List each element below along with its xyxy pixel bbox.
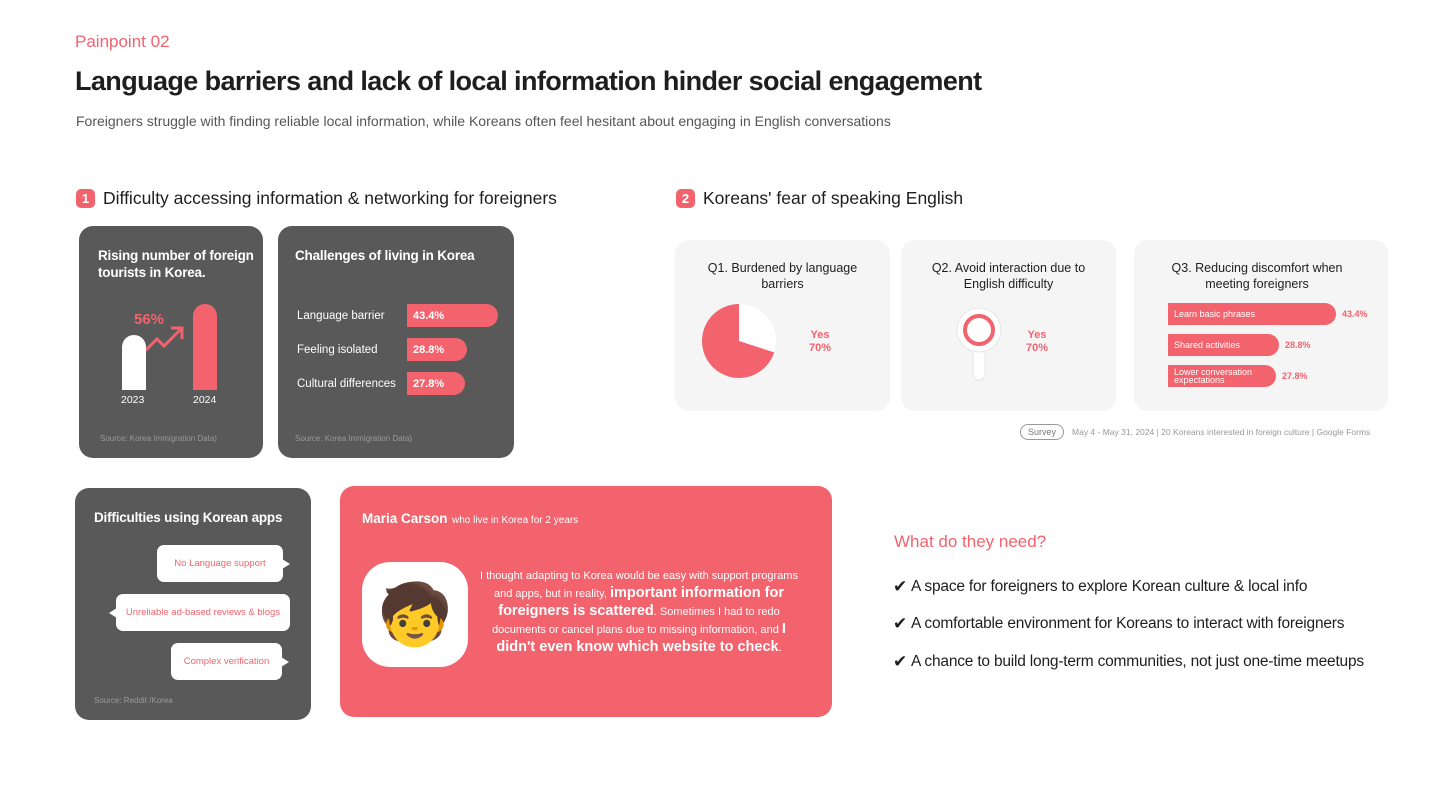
need-text: A space for foreigners to explore Korean… xyxy=(911,578,1308,595)
q3-row: Lower conversation expectations 27.8% xyxy=(1168,365,1308,387)
source-note: Source: Korea Immigration Data) xyxy=(295,434,412,443)
q3-row: Shared activities 28.8% xyxy=(1168,334,1311,356)
question-title: Q1. Burdened by language barriers xyxy=(707,261,858,291)
need-text: A comfortable environment for Koreans to… xyxy=(911,615,1345,632)
need-item: ✔ A chance to build long-term communitie… xyxy=(893,652,1364,672)
q3-pct: 27.8% xyxy=(1282,371,1308,381)
speech-bubble: Unreliable ad-based reviews & blogs xyxy=(109,594,290,631)
section-number-badge: 2 xyxy=(676,189,695,208)
source-note: Source: Korea Immigration Data) xyxy=(100,434,217,443)
need-item: ✔ A comfortable environment for Koreans … xyxy=(893,614,1345,634)
trend-arrow-icon xyxy=(142,326,184,354)
card-title: Rising number of foreign tourists in Kor… xyxy=(98,248,254,280)
q3-bar: Learn basic phrases xyxy=(1168,303,1336,325)
challenge-bar: 28.8% xyxy=(407,338,467,361)
check-icon: ✔ xyxy=(893,577,908,596)
speech-bubble: No Language support xyxy=(157,545,290,582)
year-label-2023: 2023 xyxy=(121,394,145,406)
quote-author: Maria Carson who live in Korea for 2 yea… xyxy=(362,510,578,528)
section-title: Difficulty accessing information & netwo… xyxy=(103,188,557,208)
tourists-card: Rising number of foreign tourists in Kor… xyxy=(79,226,263,458)
challenge-row: Language barrier 43.4% xyxy=(297,304,498,327)
bar-2023 xyxy=(122,335,146,390)
year-label-2024: 2024 xyxy=(193,394,217,406)
q1-card: Q1. Burdened by language barriers Yes 70… xyxy=(675,240,890,411)
source-note: Source: Reddit /Korea xyxy=(94,696,173,705)
check-icon: ✔ xyxy=(893,652,908,671)
yes-label: Yes xyxy=(810,329,830,341)
card-title: Difficulties using Korean apps xyxy=(94,510,283,525)
q3-pct: 28.8% xyxy=(1285,340,1311,350)
challenge-bar: 43.4% xyxy=(407,304,498,327)
avatar: 🧒 xyxy=(362,562,468,667)
yes-label: Yes xyxy=(1027,329,1047,341)
survey-tag: Survey xyxy=(1020,424,1065,440)
author-name: Maria Carson xyxy=(362,511,448,526)
eyebrow-label: Painpoint 02 xyxy=(75,32,170,51)
challenge-label: Language barrier xyxy=(297,309,385,322)
quote-part: . xyxy=(778,642,782,654)
q3-row: Learn basic phrases 43.4% xyxy=(1168,303,1368,325)
page-title: Language barriers and lack of local info… xyxy=(75,66,982,96)
magnifier-icon xyxy=(956,308,1002,381)
section-2-heading: 2 Koreans' fear of speaking English xyxy=(676,188,963,209)
challenge-label: Feeling isolated xyxy=(297,343,378,356)
quote-text: I thought adapting to Korea would be eas… xyxy=(478,568,800,657)
need-item: ✔ A space for foreigners to explore Kore… xyxy=(893,577,1307,597)
avatar-emoji: 🧒 xyxy=(377,581,453,648)
q2-card: Q2. Avoid interaction due to English dif… xyxy=(901,240,1116,411)
survey-note: May 4 - May 31, 2024 | 20 Koreans intere… xyxy=(1072,427,1371,437)
needs-title: What do they need? xyxy=(894,532,1047,551)
section-title: Koreans' fear of speaking English xyxy=(703,188,964,208)
page-subtitle: Foreigners struggle with finding reliabl… xyxy=(76,113,891,129)
section-number-badge: 1 xyxy=(76,189,95,208)
challenge-row: Feeling isolated 28.8% xyxy=(297,338,467,361)
apps-card: Difficulties using Korean apps No Langua… xyxy=(75,488,311,720)
yes-pct: 70% xyxy=(1025,342,1049,354)
need-text: A chance to build long-term communities,… xyxy=(911,653,1364,670)
challenge-bar: 27.8% xyxy=(407,372,465,395)
question-title: Q2. Avoid interaction due to English dif… xyxy=(931,261,1086,291)
challenges-card: Challenges of living in Korea Language b… xyxy=(278,226,514,458)
q3-bar: Shared activities xyxy=(1168,334,1279,356)
pie-chart xyxy=(701,304,776,378)
bar-2024 xyxy=(193,304,217,390)
q3-pct: 43.4% xyxy=(1342,309,1368,319)
yes-pct: 70% xyxy=(808,342,832,354)
check-icon: ✔ xyxy=(893,614,908,633)
author-role: who live in Korea for 2 years xyxy=(451,515,579,526)
card-title: Challenges of living in Korea xyxy=(295,248,475,263)
survey-info: Survey May 4 - May 31, 2024 | 20 Koreans… xyxy=(1020,424,1370,440)
section-1-heading: 1 Difficulty accessing information & net… xyxy=(76,188,557,209)
challenge-row: Cultural differences 27.8% xyxy=(297,372,465,395)
speech-bubble: Complex verification xyxy=(171,643,289,680)
quote-card: Maria Carson who live in Korea for 2 yea… xyxy=(340,486,832,717)
question-title: Q3. Reducing discomfort when meeting for… xyxy=(1171,261,1343,291)
challenge-label: Cultural differences xyxy=(297,377,396,390)
q3-bar: Lower conversation expectations xyxy=(1168,365,1276,387)
q3-card: Q3. Reducing discomfort when meeting for… xyxy=(1134,240,1388,411)
